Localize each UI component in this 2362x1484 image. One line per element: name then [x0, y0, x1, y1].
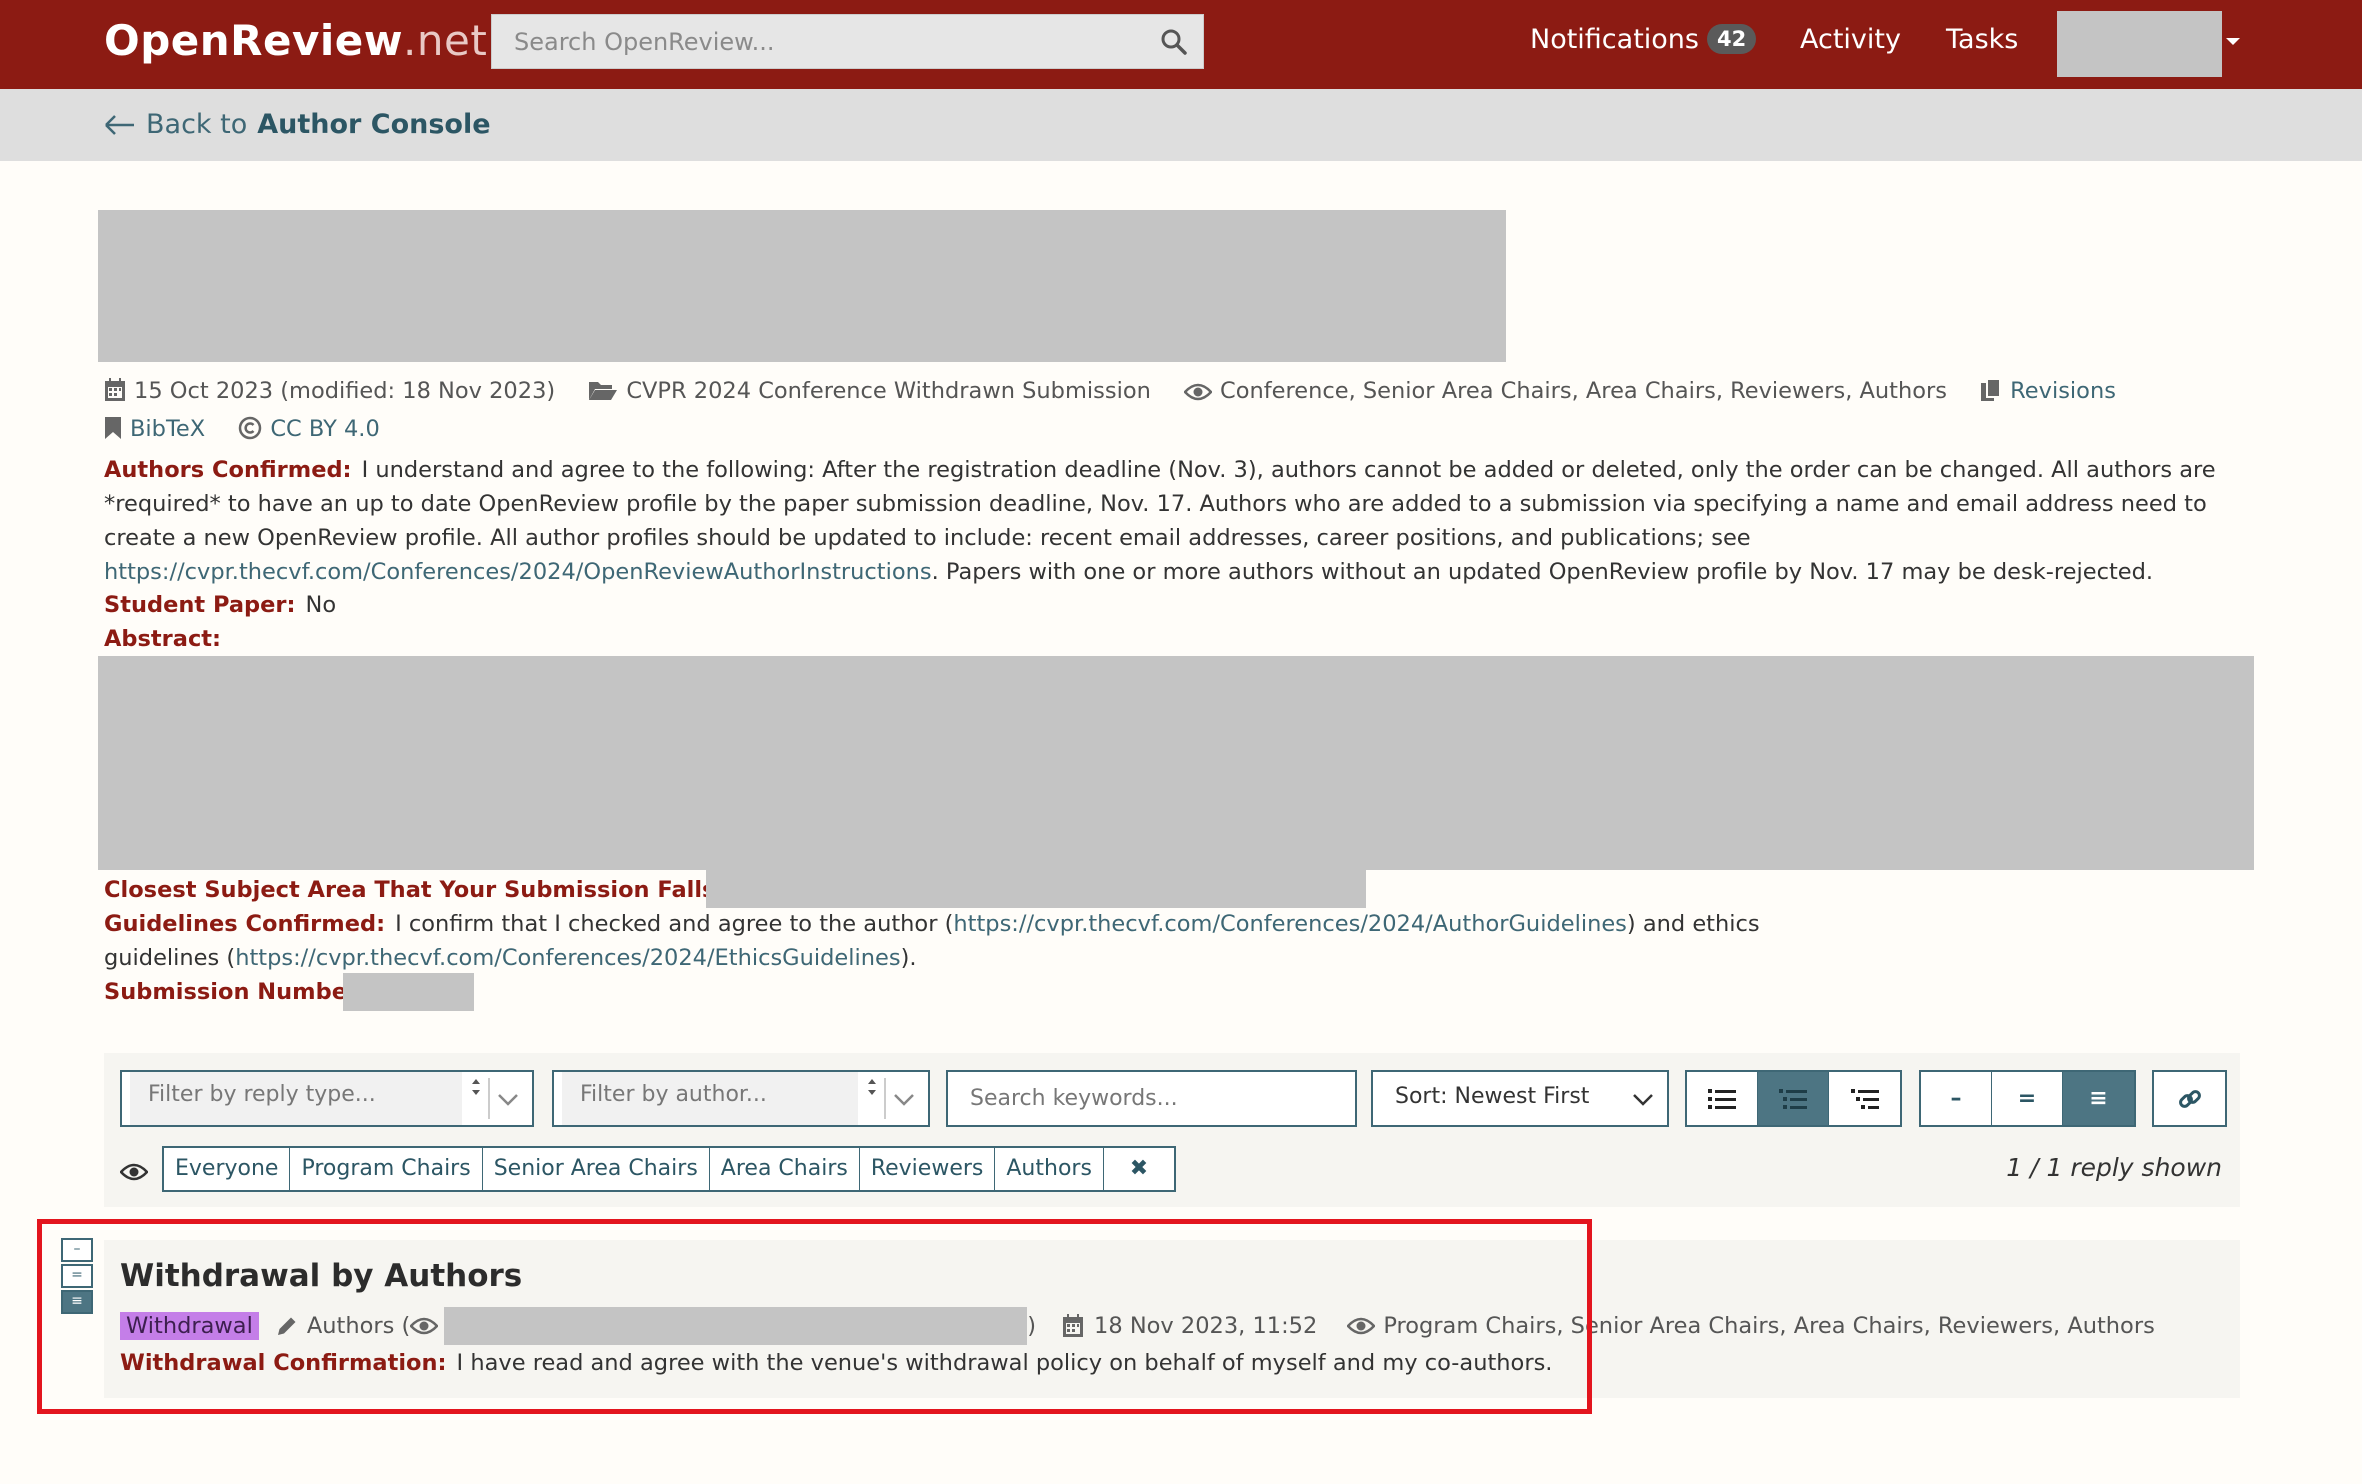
folder-open-icon	[589, 382, 618, 400]
nav-activity[interactable]: Activity	[1800, 24, 1901, 55]
note-title-redacted	[98, 210, 1506, 362]
highlight-annotation-box	[37, 1219, 1592, 1414]
subject-area-redacted	[706, 870, 1366, 908]
filter-author[interactable]: Filter by author...	[552, 1070, 930, 1127]
field-guidelines-confirmed: Guidelines Confirmed: I confirm that I ch…	[104, 911, 1760, 971]
bibtex-link[interactable]: BibTeX	[104, 416, 212, 442]
select-divider	[884, 1078, 886, 1119]
site-logo[interactable]: OpenReview.net	[104, 16, 487, 65]
layout-nested-button[interactable]	[1829, 1072, 1900, 1125]
note-date: 15 Oct 2023 (modified: 18 Nov 2023)	[104, 378, 562, 404]
nested-list-icon	[1850, 1088, 1879, 1109]
bookmark-icon	[105, 417, 121, 439]
note-venue: CVPR 2024 Conference Withdrawn Submissio…	[588, 378, 1158, 404]
reader-filter-everyone[interactable]: Everyone	[164, 1148, 291, 1190]
license-link[interactable]: CC BY 4.0	[238, 416, 380, 442]
spinner-arrows-icon[interactable]	[864, 1074, 880, 1123]
chevron-down-icon[interactable]	[496, 1087, 520, 1111]
collapse-button[interactable]: –	[1921, 1072, 1992, 1125]
chevron-down-icon[interactable]	[892, 1087, 916, 1111]
calendar-icon	[105, 378, 125, 401]
back-to-author-console-link[interactable]: Back to Author Console	[104, 109, 491, 140]
author-guidelines-link[interactable]: https://cvpr.thecvf.com/Conferences/2024…	[953, 911, 1627, 937]
eye-icon	[1184, 383, 1213, 401]
copy-link-button[interactable]	[2152, 1070, 2227, 1127]
layout-linear-button[interactable]	[1687, 1072, 1758, 1125]
top-navbar: OpenReview.net Notifications42 Activity …	[0, 0, 2362, 89]
abstract-redacted	[98, 656, 2254, 870]
revisions-link[interactable]: Revisions	[1980, 378, 2116, 404]
spinner-arrows-icon[interactable]	[468, 1074, 484, 1123]
nav-tasks[interactable]: Tasks	[1946, 24, 2018, 55]
field-student-paper: Student Paper: No	[104, 592, 337, 618]
search-icon[interactable]	[1159, 27, 1189, 57]
eye-icon	[120, 1163, 148, 1181]
layout-threaded-button[interactable]	[1758, 1072, 1829, 1125]
field-abstract-label: Abstract:	[104, 626, 222, 652]
list-icon	[1708, 1088, 1736, 1109]
sort-select[interactable]: Sort: Newest First	[1371, 1070, 1669, 1127]
link-icon	[2178, 1089, 2201, 1108]
medium-density-button[interactable]: =	[1992, 1072, 2063, 1125]
clear-reader-filter-icon[interactable]: ✖	[1104, 1148, 1174, 1190]
reply-type-input-area[interactable]: Filter by reply type...	[130, 1072, 462, 1125]
layout-toggle-group	[1685, 1070, 1902, 1127]
copy-icon	[1981, 378, 2002, 401]
field-authors-confirmed: Authors Confirmed: I understand and agree…	[104, 457, 2216, 585]
keyword-search-input[interactable]	[948, 1072, 1355, 1125]
select-divider	[488, 1078, 490, 1119]
sub-navbar: Back to Author Console	[0, 89, 2362, 161]
note-meta: 15 Oct 2023 (modified: 18 Nov 2023) CVPR…	[104, 372, 2244, 448]
reader-filter-authors[interactable]: Authors	[995, 1148, 1104, 1190]
reader-filter-senior-area-chairs[interactable]: Senior Area Chairs	[483, 1148, 710, 1190]
submission-number-redacted	[343, 973, 474, 1011]
reader-filter-program-chairs[interactable]: Program Chairs	[290, 1148, 483, 1190]
nav-notifications[interactable]: Notifications 42	[1530, 24, 1757, 55]
reader-filter-area-chairs[interactable]: Area Chairs	[710, 1148, 860, 1190]
threaded-list-icon	[1779, 1088, 1807, 1109]
keyword-search	[946, 1070, 1357, 1127]
reader-filter-group: Everyone Program Chairs Senior Area Chai…	[162, 1146, 1176, 1192]
global-search-input[interactable]	[492, 15, 1203, 68]
expand-button[interactable]: ≡	[2063, 1072, 2134, 1125]
caret-down-icon[interactable]	[2226, 38, 2240, 45]
notifications-count-badge: 42	[1707, 24, 1757, 54]
author-input-area[interactable]: Filter by author...	[562, 1072, 858, 1125]
filter-reply-type[interactable]: Filter by reply type...	[120, 1070, 534, 1127]
density-toggle-group: – = ≡	[1919, 1070, 2136, 1127]
user-menu-redacted[interactable]	[2057, 11, 2222, 77]
ethics-guidelines-link[interactable]: https://cvpr.thecvf.com/Conferences/2024…	[235, 945, 900, 971]
forum-filters: Filter by reply type... Filter by author…	[104, 1053, 2240, 1207]
note-readers: Conference, Senior Area Chairs, Area Cha…	[1184, 378, 1954, 404]
copyright-icon	[239, 416, 262, 440]
arrow-left-icon	[105, 114, 134, 135]
chevron-down-icon[interactable]	[1631, 1087, 1655, 1111]
global-search	[491, 14, 1204, 69]
reader-filter-reviewers[interactable]: Reviewers	[860, 1148, 996, 1190]
author-instructions-link[interactable]: https://cvpr.thecvf.com/Conferences/2024…	[104, 559, 932, 585]
reply-count: 1 / 1 reply shown	[2006, 1153, 2222, 1182]
